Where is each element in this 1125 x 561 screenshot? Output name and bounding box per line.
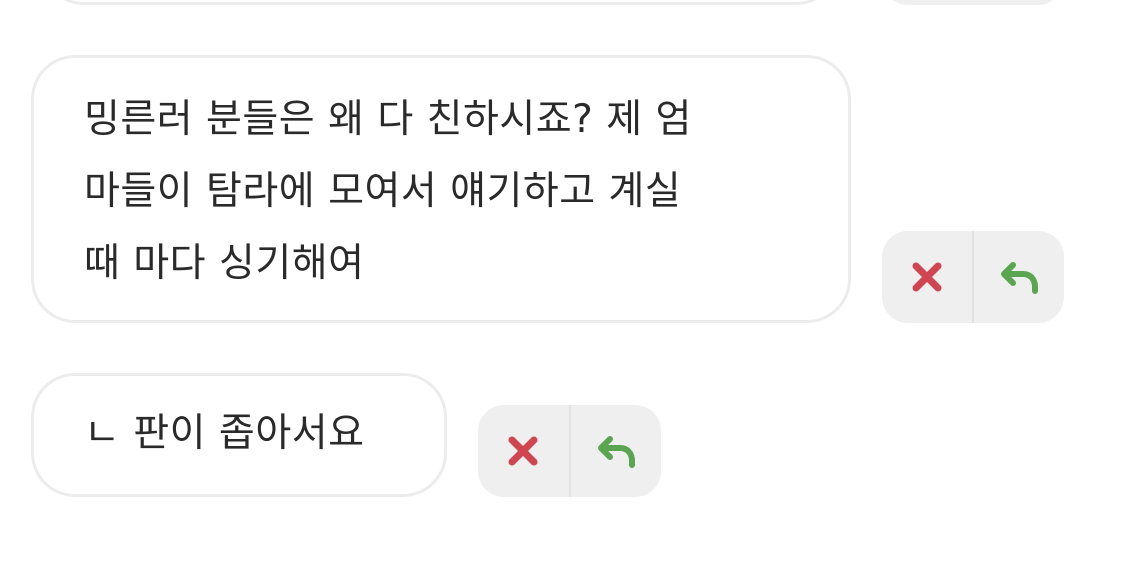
previous-message-bubble [40,0,840,5]
reply-button[interactable] [568,405,662,497]
x-icon [912,262,942,292]
delete-button[interactable] [478,405,569,497]
message-bubble: 밍른러 분들은 왜 다 친하시죠? 제 엄 마들이 탐라에 모여서 얘기하고 계… [31,55,851,323]
message-bubble: ㄴ 판이 좁아서요 [31,373,447,497]
message-text-line: 마들이 탐라에 모여서 얘기하고 계실 [84,169,682,214]
previous-message-actions [882,0,1064,5]
reply-arrow-icon [1001,262,1038,294]
message-actions [882,231,1064,323]
delete-button[interactable] [882,231,972,323]
message-text-line: ㄴ 판이 좁아서요 [84,411,365,456]
message-text-line: 밍른러 분들은 왜 다 친하시죠? 제 엄 [84,97,692,142]
message-text-line: 때 마다 싱기해여 [84,241,365,286]
reply-button[interactable] [972,231,1064,323]
x-icon [508,436,538,466]
message-actions [478,405,661,497]
reply-arrow-icon [597,436,635,468]
